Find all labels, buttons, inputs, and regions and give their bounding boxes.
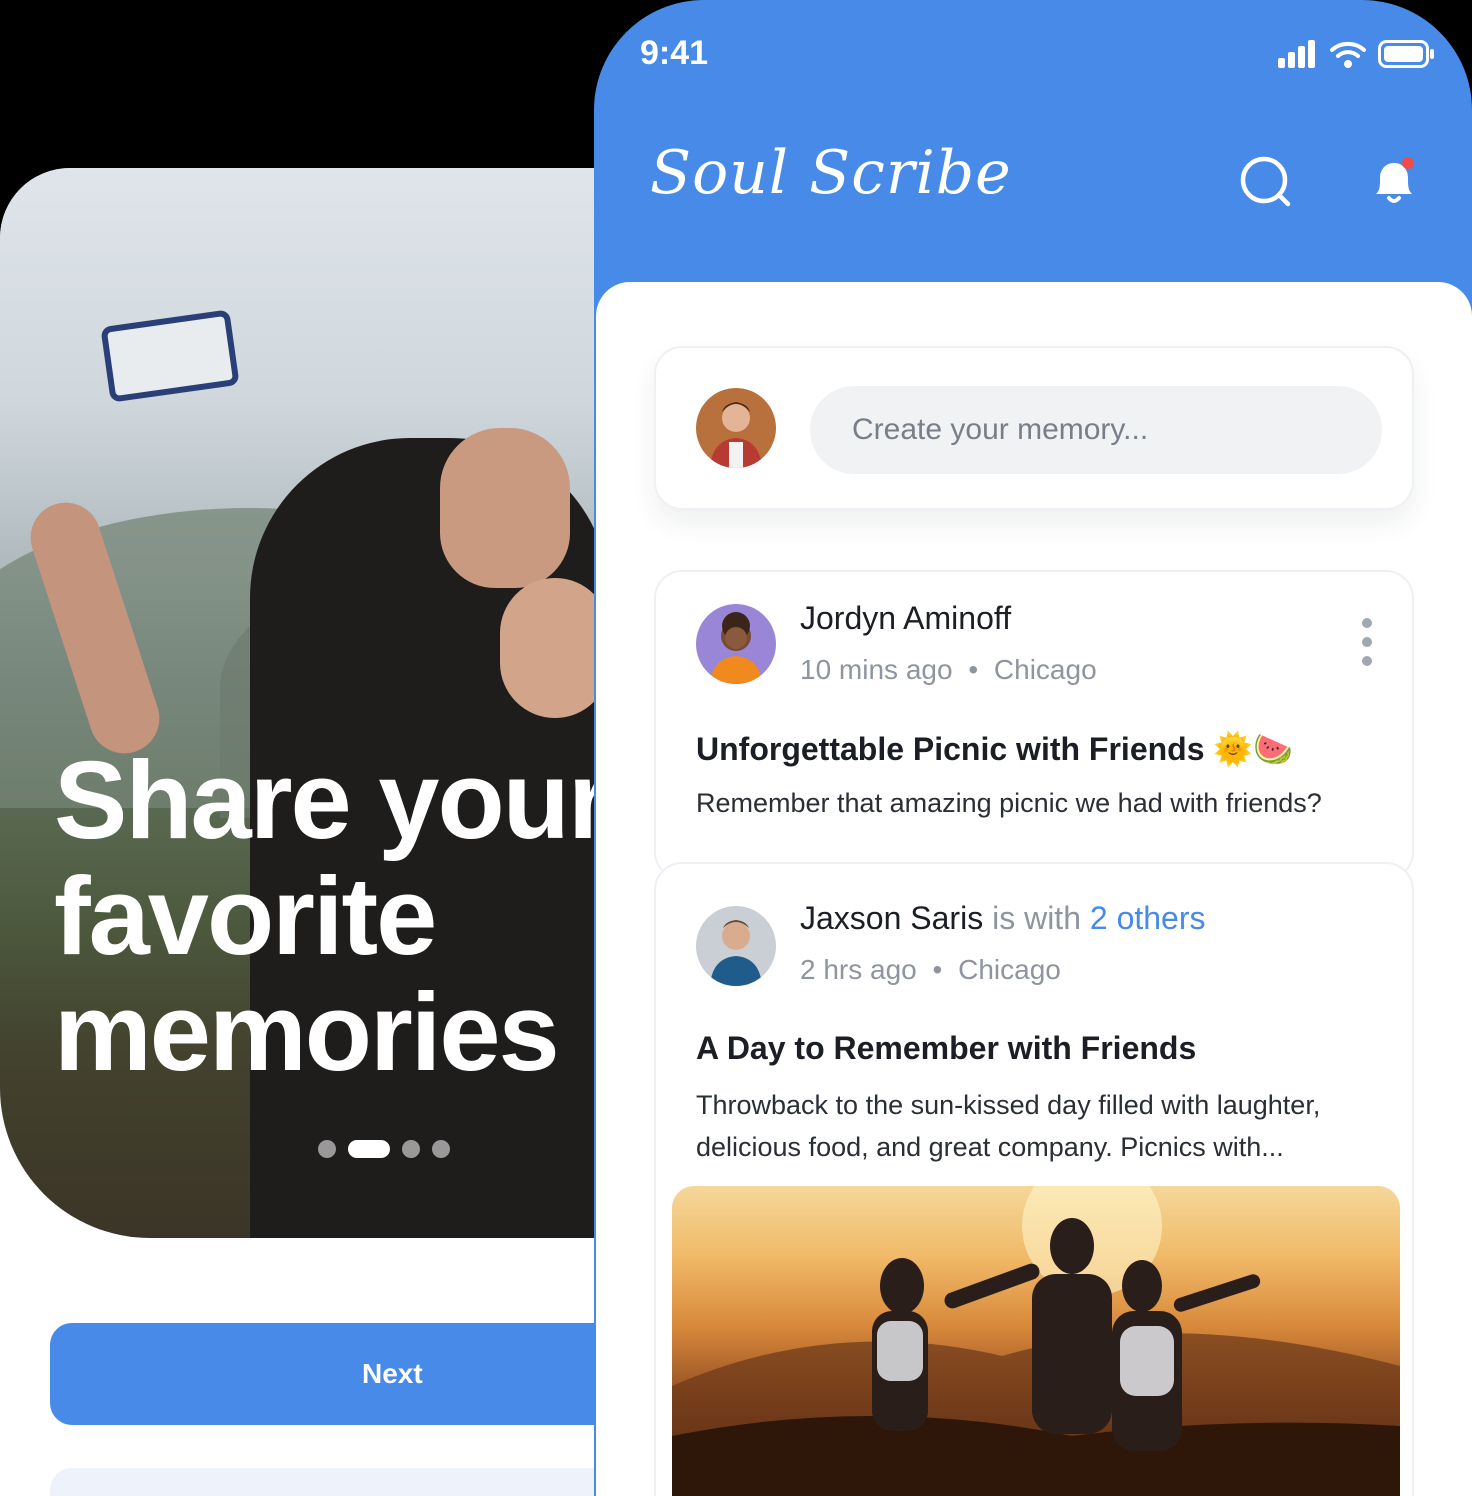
pager-indicator[interactable] — [318, 1140, 450, 1158]
post-location[interactable]: Chicago — [958, 954, 1061, 985]
meta-separator: • — [932, 954, 943, 985]
avatar[interactable] — [696, 604, 776, 684]
tag-connector: is with — [992, 900, 1081, 936]
post-title: Unforgettable Picnic with Friends 🌞🍉 — [696, 731, 1294, 767]
onboarding-headline: Share your favorite memories — [54, 739, 611, 1094]
post-body: Throwback to the sun-kissed day filled w… — [696, 1090, 1321, 1162]
onboarding-screen: Share your favorite memories Next — [0, 168, 640, 1496]
status-time: 9:41 — [640, 34, 709, 72]
app-logo: Soul Scribe — [650, 138, 1012, 208]
pager-dot[interactable] — [402, 1140, 420, 1158]
meta-separator: • — [968, 654, 979, 685]
pager-dot-active[interactable] — [348, 1140, 390, 1158]
post-location[interactable]: Chicago — [994, 654, 1097, 685]
post-time: 10 mins ago — [800, 654, 953, 685]
memory-composer: Create your memory... — [654, 346, 1414, 510]
post-card[interactable]: Jaxson Saris is with 2 others 2 hrs ago … — [654, 862, 1414, 1496]
post-meta: 2 hrs ago • Chicago — [800, 954, 1061, 986]
hero-photo: Share your favorite memories — [0, 168, 640, 1238]
post-title: A Day to Remember with Friends — [696, 1030, 1197, 1066]
post-author[interactable]: Jordyn Aminoff — [800, 600, 1011, 637]
search-icon[interactable] — [1238, 154, 1294, 210]
avatar[interactable] — [696, 906, 776, 986]
avatar[interactable] — [696, 388, 776, 468]
battery-icon — [1378, 40, 1434, 68]
more-vertical-icon[interactable] — [1360, 618, 1374, 668]
secondary-button[interactable] — [50, 1468, 640, 1496]
post-photo[interactable] — [672, 1186, 1400, 1496]
feed: Create your memory... Jordyn Aminoff 10 … — [596, 282, 1472, 1496]
next-button[interactable]: Next — [50, 1323, 640, 1425]
feed-screen: 9:41 Soul Scribe Create your memory... J… — [594, 0, 1472, 1496]
pager-dot[interactable] — [432, 1140, 450, 1158]
post-author[interactable]: Jaxson Saris — [800, 900, 983, 936]
create-memory-input[interactable]: Create your memory... — [810, 386, 1382, 474]
pager-dot[interactable] — [318, 1140, 336, 1158]
post-body: Remember that amazing picnic we had with… — [696, 788, 1322, 818]
status-icons — [1278, 40, 1436, 68]
wifi-icon — [1330, 41, 1366, 68]
post-meta: 10 mins ago • Chicago — [800, 654, 1097, 686]
tagged-others-link[interactable]: 2 others — [1090, 900, 1206, 936]
post-author-line: Jaxson Saris is with 2 others — [800, 900, 1206, 937]
signal-icon — [1278, 40, 1315, 68]
app-header: Soul Scribe — [594, 130, 1472, 240]
post-time: 2 hrs ago — [800, 954, 917, 985]
post-card[interactable]: Jordyn Aminoff 10 mins ago • Chicago Unf… — [654, 570, 1414, 880]
bell-icon[interactable] — [1366, 154, 1422, 210]
